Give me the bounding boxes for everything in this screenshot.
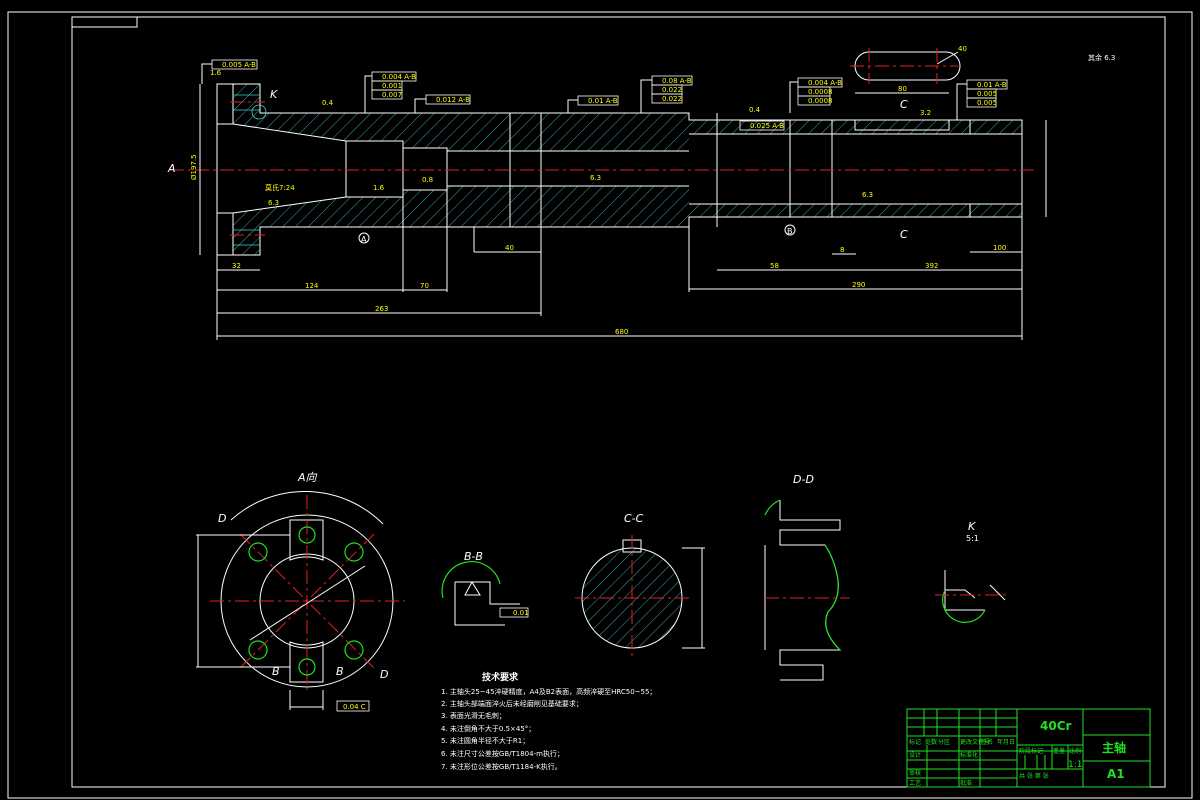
svg-text:0.001: 0.001: [382, 82, 402, 90]
view-a: [196, 491, 405, 712]
section-mark-b-right: B: [336, 665, 344, 678]
view-mark-k: K: [270, 88, 278, 101]
svg-text:0.005: 0.005: [977, 99, 997, 107]
main-shaft-view: [170, 83, 1047, 340]
svg-text:6.3: 6.3: [862, 191, 873, 199]
sheet-size: A1: [1107, 767, 1125, 781]
hatch-bottom-right: [689, 204, 1022, 217]
svg-text:0.0008: 0.0008: [808, 88, 833, 96]
dim-overall: 680: [615, 328, 628, 336]
scale: 1:1: [1068, 760, 1082, 770]
svg-text:0.012 A-B: 0.012 A-B: [436, 96, 470, 104]
svg-text:0.025 A-B: 0.025 A-B: [750, 122, 784, 130]
svg-text:0.022: 0.022: [662, 95, 682, 103]
section-mark-a: A: [167, 162, 176, 175]
cad-drawing-canvas: A K C C A B 32 124 70 263 680 40 58 392 …: [7, 11, 1193, 799]
dim-d1: 124: [305, 282, 319, 290]
svg-text:0.004 A-B: 0.004 A-B: [382, 73, 416, 81]
svg-text:3.2: 3.2: [920, 109, 931, 117]
svg-text:处数: 处数: [925, 738, 937, 746]
svg-text:标记: 标记: [909, 738, 921, 746]
dim-flange-width: 32: [232, 262, 241, 270]
svg-text:5. 未注圆角半径不大于R1；: 5. 未注圆角半径不大于R1；: [441, 736, 529, 745]
technical-requirements: 技术要求 1. 主轴头25~45淬硬精度，A4及B2表面，高频淬硬至HRC50~…: [441, 671, 656, 771]
dim-key-radius: 40: [958, 45, 967, 53]
svg-text:签名: 签名: [981, 738, 993, 746]
svg-text:比例: 比例: [1069, 747, 1081, 755]
dim-flange-dia: Ø197.5: [190, 154, 198, 180]
bb-tolerance: 0.01: [513, 609, 529, 617]
material: 40Cr: [1040, 719, 1072, 733]
svg-text:0.08 A-B: 0.08 A-B: [662, 77, 692, 85]
svg-text:4. 未注倒角不大于0.5×45°；: 4. 未注倒角不大于0.5×45°；: [441, 724, 535, 733]
svg-text:2. 主轴头部端面淬火后未经磨削见基础要求；: 2. 主轴头部端面淬火后未经磨削见基础要求；: [441, 699, 583, 708]
section-mark-d-bottom: D: [380, 668, 388, 681]
svg-text:审核: 审核: [909, 769, 921, 777]
section-mark-b-left: B: [272, 665, 280, 678]
svg-text:分区: 分区: [938, 738, 950, 746]
surface-note: 其余 6.3: [1088, 53, 1115, 62]
svg-text:0.0008: 0.0008: [808, 97, 833, 105]
svg-text:0.005: 0.005: [977, 90, 997, 98]
view-bb-title: B-B: [464, 550, 483, 563]
view-cc-title: C-C: [624, 512, 644, 525]
dim-r-d3: 392: [925, 262, 938, 270]
svg-text:0.8: 0.8: [422, 176, 433, 184]
svg-text:年月日: 年月日: [997, 738, 1015, 746]
svg-text:1.6: 1.6: [373, 184, 385, 192]
svg-text:阶段标记: 阶段标记: [1019, 747, 1043, 755]
svg-text:重量: 重量: [1053, 747, 1065, 755]
svg-text:6. 未注尺寸公差按GB/T1804-m执行；: 6. 未注尺寸公差按GB/T1804-m执行；: [441, 749, 564, 758]
hatch-bottom-left: [233, 186, 689, 227]
dim-r-d1: 58: [770, 262, 779, 270]
svg-text:批准: 批准: [960, 779, 972, 787]
section-dd: [764, 499, 850, 681]
svg-text:0.01 A-B: 0.01 A-B: [588, 97, 618, 105]
section-mark-d-top: D: [218, 512, 226, 525]
view-k-scale: 5:1: [966, 534, 979, 543]
section-cc: [575, 535, 705, 660]
svg-text:0.007: 0.007: [382, 91, 402, 99]
section-mark-c-bottom: C: [900, 228, 908, 241]
svg-text:0.01 A-B: 0.01 A-B: [977, 81, 1007, 89]
view-a-title: A向: [297, 471, 318, 484]
dim-d2: 70: [420, 282, 429, 290]
dim-key3: 40: [505, 244, 514, 252]
section-mark-c-top: C: [900, 98, 908, 111]
svg-text:0.022: 0.022: [662, 86, 682, 94]
dim-d3: 263: [375, 305, 388, 313]
detail-k: [935, 570, 1010, 623]
svg-text:7. 未注形位公差按GB/T1184-K执行。: 7. 未注形位公差按GB/T1184-K执行。: [441, 762, 562, 771]
svg-text:技术要求: 技术要求: [482, 671, 519, 683]
svg-text:3. 表面光滑无毛刺；: 3. 表面光滑无毛刺；: [441, 711, 506, 720]
svg-text:0.4: 0.4: [322, 99, 334, 107]
svg-text:0.005 A-B: 0.005 A-B: [222, 61, 256, 69]
dim-key-length: 80: [898, 85, 907, 93]
view-dd-title: D-D: [793, 473, 814, 486]
taper-label: 莫氏7:24: [265, 183, 295, 192]
svg-text:6.3: 6.3: [268, 199, 279, 207]
svg-text:标准化: 标准化: [960, 751, 978, 759]
dim-key2: 8: [840, 246, 844, 254]
hatch-top-left: [233, 113, 689, 151]
dim-r-d2: 100: [993, 244, 1006, 252]
view-k-title: K: [968, 520, 976, 533]
corner-box: [71, 16, 138, 28]
part-name: 主轴: [1102, 740, 1126, 755]
svg-text:0.004 A-B: 0.004 A-B: [808, 79, 842, 87]
symmetry-tolerance: 0.04 C: [343, 703, 366, 711]
svg-text:设计: 设计: [909, 751, 921, 759]
svg-text:工艺: 工艺: [909, 779, 921, 787]
svg-text:1.6: 1.6: [210, 69, 222, 77]
svg-text:1. 主轴头25~45淬硬精度，A4及B2表面，高频淬硬至H: 1. 主轴头25~45淬硬精度，A4及B2表面，高频淬硬至HRC50~55；: [441, 687, 656, 696]
svg-text:0.4: 0.4: [749, 106, 761, 114]
dim-r-total: 290: [852, 281, 865, 289]
svg-text:6.3: 6.3: [590, 174, 601, 182]
svg-text:共 张 第 张: 共 张 第 张: [1019, 772, 1049, 780]
